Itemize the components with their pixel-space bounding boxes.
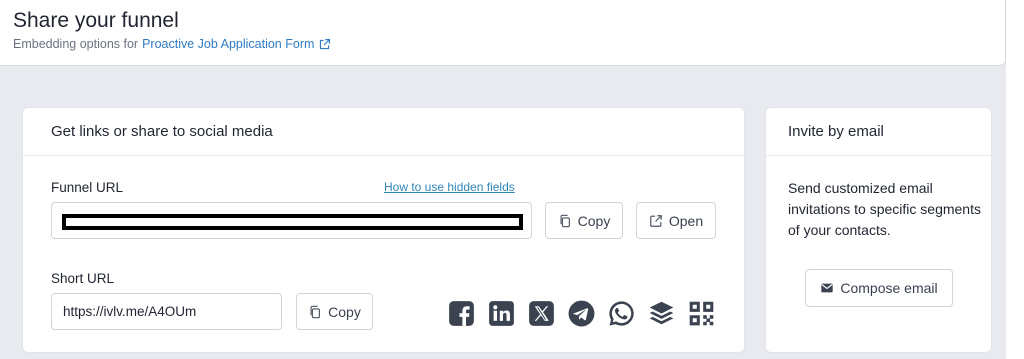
invite-by-email-card: Invite by email Send customized email in… xyxy=(765,107,992,353)
copy-icon xyxy=(310,305,321,318)
invite-description: Send customized email invitations to spe… xyxy=(788,180,981,238)
facebook-icon[interactable] xyxy=(448,300,475,327)
external-link-icon[interactable] xyxy=(318,38,331,51)
telegram-icon[interactable] xyxy=(568,300,595,327)
hidden-fields-link[interactable]: How to use hidden fields xyxy=(384,180,515,194)
redaction-bar xyxy=(62,214,523,230)
compose-email-button[interactable]: Compose email xyxy=(805,269,953,307)
share-card-heading: Get links or share to social media xyxy=(23,108,744,156)
social-share-icons xyxy=(448,300,715,327)
open-funnel-url-button[interactable]: Open xyxy=(636,202,716,239)
copy-label: Copy xyxy=(577,212,611,229)
open-external-icon xyxy=(650,214,662,227)
copy-funnel-url-button[interactable]: Copy xyxy=(545,202,623,239)
page-header: Share your funnel Embedding options for … xyxy=(0,0,1006,66)
funnel-url-label: Funnel URL xyxy=(51,180,124,195)
whatsapp-icon[interactable] xyxy=(608,300,635,327)
page-title: Share your funnel xyxy=(13,9,179,32)
copy-short-url-button[interactable]: Copy xyxy=(296,293,373,330)
linkedin-icon[interactable] xyxy=(488,300,515,327)
invite-card-heading: Invite by email xyxy=(766,108,991,156)
envelope-icon xyxy=(821,283,834,293)
x-icon[interactable] xyxy=(528,300,555,327)
open-label: Open xyxy=(668,212,704,229)
page-subtitle: Embedding options for Proactive Job Appl… xyxy=(13,37,331,51)
funnel-url-field[interactable] xyxy=(51,202,532,239)
share-links-card: Get links or share to social media Funne… xyxy=(22,107,745,353)
copy-icon xyxy=(560,214,570,227)
compose-email-label: Compose email xyxy=(840,280,938,296)
short-url-value: https://ivlv.me/A4OUm xyxy=(63,304,197,319)
qr-code-icon[interactable] xyxy=(688,300,715,327)
window-edge xyxy=(1006,0,1024,359)
buffer-icon[interactable] xyxy=(648,300,675,327)
form-link[interactable]: Proactive Job Application Form xyxy=(142,37,314,51)
short-copy-label: Copy xyxy=(328,303,361,320)
subtitle-prefix: Embedding options for xyxy=(13,37,139,51)
short-url-field[interactable]: https://ivlv.me/A4OUm xyxy=(51,293,282,330)
short-url-label: Short URL xyxy=(51,271,115,286)
